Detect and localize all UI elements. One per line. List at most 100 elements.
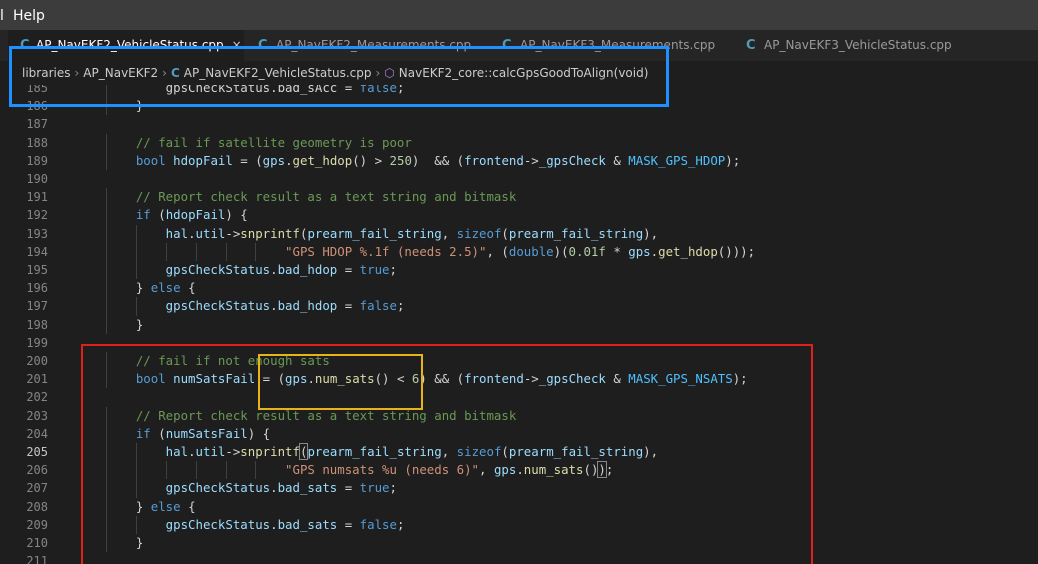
code-token: ),: [643, 444, 659, 459]
code-token: bool: [106, 371, 174, 387]
code-token: .: [285, 152, 293, 168]
line-number: 204: [26, 426, 48, 441]
code-token: frontend: [464, 371, 524, 387]
code-token: =: [337, 298, 360, 314]
code-token: ) && (: [411, 152, 465, 168]
indent-guide: [106, 261, 107, 280]
code-token: );: [732, 371, 748, 387]
indent-guide: [135, 242, 137, 261]
code-line[interactable]: }: [106, 97, 143, 115]
code-line[interactable]: gpsCheckStatus.bad_sAcc = false;: [106, 85, 405, 97]
code-line[interactable]: hal.util->snprintf(prearm_fail_string, s…: [106, 443, 658, 461]
tab-ap-navekf3-measurements[interactable]: C AP_NavEKF3_Measurements.cpp: [492, 30, 732, 61]
code-token: num_sats: [523, 462, 584, 478]
code-line[interactable]: // Report check result as a text string …: [106, 407, 516, 425]
chevron-right-icon: ›: [375, 66, 381, 80]
indent-guide: [165, 461, 167, 480]
code-token: .: [307, 371, 315, 387]
code-token: =: [337, 516, 360, 532]
code-token: .: [188, 225, 196, 241]
line-number: 189: [26, 153, 48, 168]
code-line[interactable]: hal.util->snprintf(prearm_fail_string, s…: [106, 225, 658, 243]
menu-item-partial[interactable]: l: [0, 8, 4, 24]
code-token: gpsCheckStatus.bad_sAcc =: [106, 85, 360, 95]
code-line[interactable]: bool numSatsFail = (gps.num_sats() < 6) …: [106, 370, 748, 388]
line-number: 203: [26, 408, 48, 423]
code-line[interactable]: gpsCheckStatus.bad_hdop = true;: [106, 261, 397, 279]
code-token: get_hdop: [658, 243, 718, 259]
code-token: }: [106, 98, 144, 114]
code-token: hdopFail: [173, 152, 233, 168]
code-token: double: [508, 243, 554, 259]
breadcrumb-item-symbol[interactable]: NavEKF2_core::calcGpsGoodToAlign(void): [399, 66, 649, 80]
code-editor[interactable]: 185 186 187 188 189 190 191 192 193 194 195 196 197 1…: [0, 85, 1038, 564]
cpp-file-icon: C: [502, 38, 512, 53]
line-number: 198: [26, 317, 48, 332]
tab-label: AP_NavEKF2_Measurements.cpp: [276, 38, 472, 52]
code-line[interactable]: bool hdopFail = (gps.get_hdop() > 250) &…: [106, 152, 740, 170]
code-line[interactable]: "GPS numsats %u (needs 6)", gps.num_sats…: [106, 461, 613, 479]
code-token: false: [359, 298, 397, 314]
menu-item-help[interactable]: Help: [13, 8, 45, 24]
code-token: hdopFail: [165, 207, 226, 223]
tab-ap-navekf3-vehiclestatus[interactable]: C AP_NavEKF3_VehicleStatus.cpp: [736, 30, 996, 61]
indent-guide: [106, 279, 107, 298]
breadcrumb-item-folder[interactable]: AP_NavEKF2: [83, 66, 158, 80]
cpp-file-icon: C: [258, 38, 268, 53]
code-token: bad_sats: [277, 516, 338, 532]
code-token: = (: [255, 371, 286, 387]
code-token: hal: [106, 444, 189, 459]
code-token: // fail if satellite geometry is poor: [106, 134, 412, 150]
menu-bar: l Help: [0, 0, 1038, 30]
code-line[interactable]: gpsCheckStatus.bad_sats = false;: [106, 516, 405, 534]
code-token: prearm_fail_string: [508, 225, 644, 241]
code-token: =: [337, 262, 360, 277]
code-token: .: [270, 298, 278, 314]
code-line[interactable]: // fail if not enough sats: [106, 352, 330, 370]
code-area[interactable]: gpsCheckStatus.bad_sAcc = false; } // fa…: [106, 85, 1038, 564]
line-number: 197: [26, 299, 48, 314]
code-line[interactable]: }: [106, 316, 143, 334]
line-number: 194: [26, 244, 48, 259]
code-token: MASK_GPS_HDOP: [628, 152, 726, 168]
indent-guide: [135, 461, 137, 480]
code-token: bad_hdop: [277, 262, 338, 277]
code-token: &: [605, 371, 629, 387]
line-number: 188: [26, 135, 48, 150]
code-token: bad_sats: [277, 480, 338, 496]
code-line[interactable]: } else {: [106, 279, 196, 297]
code-line[interactable]: if (numSatsFail) {: [106, 425, 270, 443]
code-line[interactable]: gpsCheckStatus.bad_hdop = false;: [106, 297, 405, 315]
code-line[interactable]: } else {: [106, 498, 196, 516]
code-token: ) && (: [419, 371, 465, 387]
code-line[interactable]: // Report check result as a text string …: [106, 188, 516, 206]
code-token: util: [195, 225, 226, 241]
code-token: ,: [441, 444, 457, 459]
code-line[interactable]: if (hdopFail) {: [106, 206, 248, 224]
code-token: () >: [352, 152, 390, 168]
code-token: &: [605, 152, 629, 168]
breadcrumb-item-file[interactable]: AP_NavEKF2_VehicleStatus.cpp: [184, 66, 372, 80]
line-number: 196: [26, 281, 48, 296]
code-token: num_sats: [314, 371, 375, 387]
code-token: numSatsFail: [173, 371, 256, 387]
code-token: ): [597, 461, 607, 479]
line-number: 187: [26, 117, 48, 132]
line-number: 199: [26, 335, 48, 350]
code-line[interactable]: "GPS HDOP %.1f (needs 2.5)", (double)(0.…: [106, 243, 755, 261]
code-line[interactable]: // fail if satellite geometry is poor: [106, 134, 412, 152]
breadcrumb-item-libraries[interactable]: libraries: [22, 66, 70, 80]
code-token: ->: [225, 444, 241, 459]
indent-guide: [225, 242, 227, 261]
close-icon[interactable]: ×: [232, 38, 242, 52]
tab-ap-navekf2-vehiclestatus[interactable]: C AP_NavEKF2_VehicleStatus.cpp ×: [8, 30, 244, 61]
chevron-right-icon: ›: [74, 66, 80, 80]
indent-guide: [135, 443, 137, 462]
code-line[interactable]: }: [106, 534, 143, 552]
line-number: 207: [26, 481, 48, 496]
code-token: (: [501, 225, 509, 241]
tab-ap-navekf2-measurements[interactable]: C AP_NavEKF2_Measurements.cpp: [248, 30, 488, 61]
code-line[interactable]: gpsCheckStatus.bad_sats = true;: [106, 479, 397, 497]
code-token: gpsCheckStatus: [106, 298, 271, 314]
code-token: );: [725, 152, 741, 168]
